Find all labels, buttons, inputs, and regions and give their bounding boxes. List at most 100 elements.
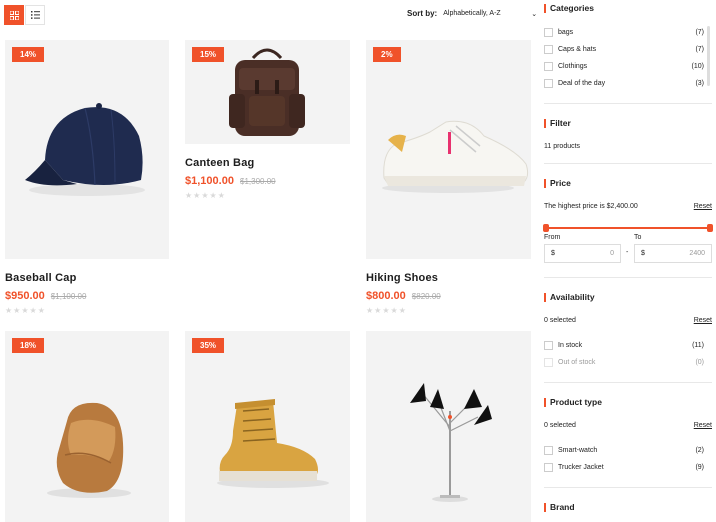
product-type-count: (9) <box>695 464 704 471</box>
floor-lamp-image <box>410 383 492 502</box>
product-prices: $800.00 $820.00 <box>366 290 531 302</box>
divider <box>544 163 712 164</box>
to-label: To <box>634 234 642 241</box>
price-to-placeholder: 2400 <box>689 250 705 257</box>
category-label[interactable]: Caps & hats <box>558 46 596 53</box>
product-name[interactable]: Canteen Bag <box>185 157 350 169</box>
product-card[interactable]: 2% Hiking Shoes $800.00 $820.00 ★★★★★ <box>366 40 531 315</box>
price-range-track[interactable] <box>544 227 712 229</box>
category-checkbox[interactable] <box>544 45 553 54</box>
sale-price: $1,100.00 <box>185 175 234 187</box>
product-image[interactable] <box>366 331 531 522</box>
availability-count: (0) <box>695 359 704 366</box>
list-icon <box>30 11 40 19</box>
sort-control[interactable]: Sort by: Alphabetically, A-Z ⌄ <box>407 9 537 18</box>
original-price: $820.00 <box>411 292 441 301</box>
category-count: (3) <box>695 80 704 87</box>
rating-stars: ★★★★★ <box>366 306 407 315</box>
price-reset-link[interactable]: Reset <box>694 203 712 210</box>
currency-symbol: $ <box>551 250 555 257</box>
product-prices: $950.00 $1,100.00 <box>5 290 169 302</box>
product-name[interactable]: Hiking Shoes <box>366 272 531 284</box>
product-type-count: (2) <box>695 447 704 454</box>
sort-label: Sort by: <box>407 9 438 18</box>
product-type-checkbox[interactable] <box>544 446 553 455</box>
price-from-input[interactable]: $ 0 <box>544 244 621 263</box>
categories-scrollbar[interactable] <box>707 26 710 86</box>
collection-page: Sort by: Alphabetically, A-Z ⌄ 14% Baseb… <box>0 0 716 522</box>
rating-stars: ★★★★★ <box>185 191 226 200</box>
brand-title[interactable]: Brand <box>544 503 575 512</box>
product-image[interactable]: 14% <box>5 40 169 259</box>
product-card[interactable]: 35% <box>185 331 350 522</box>
availability-label: Out of stock <box>558 359 596 366</box>
currency-symbol: $ <box>641 250 645 257</box>
product-card[interactable]: 15% Canteen Bag $1,100.00 $1,300.00 ★★★★… <box>185 40 350 200</box>
product-type-label[interactable]: Smart-watch <box>558 447 597 454</box>
price-max-handle[interactable] <box>707 224 713 232</box>
product-card[interactable]: 14% Baseball Cap $950.00 $1,100.00 ★★★★★ <box>5 40 169 315</box>
from-label: From <box>544 234 561 241</box>
product-image[interactable]: 15% <box>185 40 350 144</box>
availability-reset-link[interactable]: Reset <box>694 317 712 324</box>
availability-checkbox[interactable] <box>544 341 553 350</box>
sale-price: $950.00 <box>5 290 45 302</box>
category-label[interactable]: Deal of the day <box>558 80 605 87</box>
wooden-chair-image <box>47 402 131 498</box>
product-type-title[interactable]: Product type <box>544 398 602 407</box>
discount-badge: 14% <box>12 47 45 62</box>
price-from-placeholder: 0 <box>610 250 614 257</box>
highest-price-text: The highest price is $2,400.00 <box>544 203 638 210</box>
product-type-selected: 0 selected <box>544 422 576 429</box>
price-min-handle[interactable] <box>543 224 549 232</box>
discount-badge: 35% <box>192 338 225 353</box>
discount-badge: 18% <box>12 338 45 353</box>
availability-selected: 0 selected <box>544 317 576 324</box>
product-name[interactable]: Baseball Cap <box>5 272 169 284</box>
original-price: $1,300.00 <box>240 177 276 186</box>
divider <box>544 277 712 278</box>
price-to-input[interactable]: $ 2400 <box>634 244 712 263</box>
filter-title: Filter <box>544 119 571 128</box>
list-view-button[interactable] <box>25 5 45 25</box>
categories-title[interactable]: Categories <box>544 4 594 13</box>
product-image[interactable]: 18% <box>5 331 169 522</box>
divider <box>544 382 712 383</box>
availability-label[interactable]: In stock <box>558 342 582 349</box>
availability-count: (11) <box>692 342 704 349</box>
product-prices: $1,100.00 $1,300.00 <box>185 175 350 187</box>
discount-badge: 15% <box>192 47 225 62</box>
category-checkbox[interactable] <box>544 79 553 88</box>
product-type-checkbox[interactable] <box>544 463 553 472</box>
product-image[interactable]: 2% <box>366 40 531 259</box>
category-label[interactable]: bags <box>558 29 573 36</box>
availability-checkbox[interactable] <box>544 358 553 367</box>
chevron-down-icon[interactable]: ⌄ <box>531 10 537 18</box>
product-card[interactable]: 18% <box>5 331 169 522</box>
product-type-reset-link[interactable]: Reset <box>694 422 712 429</box>
yellow-boot-image <box>217 399 329 488</box>
range-separator: - <box>626 249 629 256</box>
grid-icon <box>9 10 19 20</box>
product-image[interactable]: 35% <box>185 331 350 522</box>
grid-view-button[interactable] <box>4 5 24 25</box>
category-checkbox[interactable] <box>544 28 553 37</box>
product-card[interactable] <box>366 331 531 522</box>
original-price: $1,100.00 <box>50 292 87 301</box>
sort-select[interactable]: Alphabetically, A-Z <box>443 10 531 17</box>
product-type-label[interactable]: Trucker Jacket <box>558 464 604 471</box>
divider <box>544 103 712 104</box>
sale-price: $800.00 <box>366 290 406 302</box>
category-count: (7) <box>695 29 704 36</box>
category-checkbox[interactable] <box>544 62 553 71</box>
availability-title[interactable]: Availability <box>544 293 595 302</box>
product-count: 11 products <box>544 143 581 150</box>
hiking-shoes-image <box>382 120 529 193</box>
category-count: (7) <box>695 46 704 53</box>
price-title[interactable]: Price <box>544 179 571 188</box>
baseball-cap-image <box>25 103 145 196</box>
category-count: (10) <box>691 63 704 70</box>
category-label[interactable]: Clothings <box>558 63 587 70</box>
discount-badge: 2% <box>373 47 401 62</box>
filter-sidebar: Categories bags (7) Caps & hats (7) Clot… <box>540 0 716 522</box>
